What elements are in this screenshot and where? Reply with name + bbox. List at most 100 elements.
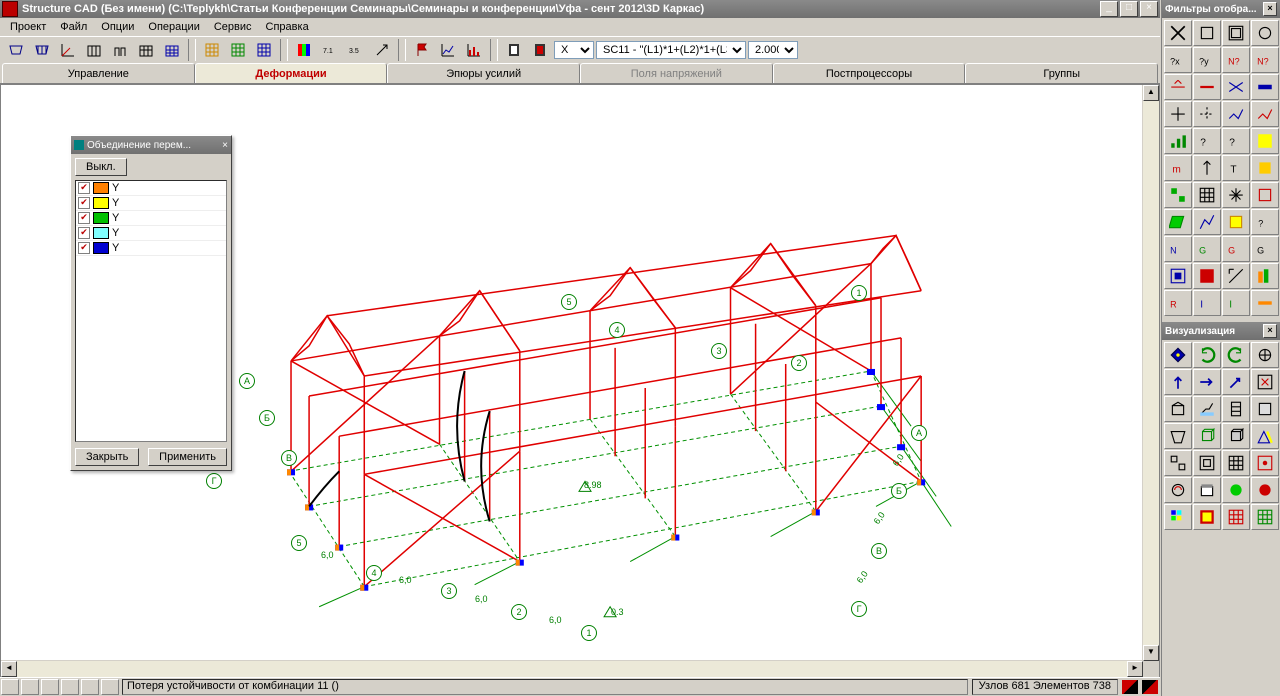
- viz-close-icon[interactable]: ×: [1263, 324, 1277, 338]
- filters-close-icon[interactable]: ×: [1263, 2, 1277, 16]
- floating-panel[interactable]: Объединение перем... × Выкл. ✔Y ✔Y ✔Y ✔Y…: [70, 135, 232, 471]
- filter-btn[interactable]: I: [1222, 290, 1250, 316]
- scroll-left-icon[interactable]: ◄: [1, 661, 17, 677]
- filter-btn[interactable]: [1193, 155, 1221, 181]
- menu-file[interactable]: Файл: [54, 20, 93, 34]
- checkbox-icon[interactable]: ✔: [78, 242, 90, 254]
- filter-btn[interactable]: G: [1222, 236, 1250, 262]
- viz-btn[interactable]: [1193, 369, 1221, 395]
- legend-row[interactable]: ✔Y: [76, 196, 226, 211]
- combo-loadcase[interactable]: SC11 - "(L1)*1+(L2)*1+(L3): [596, 41, 746, 59]
- viz-btn[interactable]: [1193, 342, 1221, 368]
- viz-btn[interactable]: [1164, 423, 1192, 449]
- filter-btn[interactable]: [1251, 74, 1279, 100]
- viz-btn[interactable]: [1164, 396, 1192, 422]
- viz-btn[interactable]: [1222, 369, 1250, 395]
- viz-btn[interactable]: [1251, 450, 1279, 476]
- filter-btn[interactable]: N?: [1251, 47, 1279, 73]
- close-button[interactable]: Закрыть: [75, 448, 139, 466]
- viz-btn[interactable]: [1164, 504, 1192, 530]
- viz-btn[interactable]: [1222, 504, 1250, 530]
- legend-row[interactable]: ✔Y: [76, 211, 226, 226]
- checkbox-icon[interactable]: ✔: [78, 212, 90, 224]
- vertical-scrollbar[interactable]: ▲ ▼: [1142, 85, 1159, 661]
- tool-deform-frame-icon[interactable]: [30, 38, 54, 62]
- filter-btn[interactable]: N?: [1222, 47, 1250, 73]
- floating-close-icon[interactable]: ×: [222, 140, 228, 151]
- filter-btn[interactable]: ?: [1222, 128, 1250, 154]
- status-flag-icon[interactable]: [1142, 680, 1158, 694]
- filter-btn[interactable]: [1164, 209, 1192, 235]
- viz-btn[interactable]: [1193, 477, 1221, 503]
- filter-btn[interactable]: [1193, 263, 1221, 289]
- viz-btn[interactable]: [1251, 423, 1279, 449]
- tool-grid3-icon[interactable]: [160, 38, 184, 62]
- checkbox-icon[interactable]: ✔: [78, 197, 90, 209]
- tool-grid2-icon[interactable]: [134, 38, 158, 62]
- filter-btn[interactable]: G: [1251, 236, 1279, 262]
- filter-btn[interactable]: ?: [1251, 209, 1279, 235]
- filter-btn[interactable]: [1222, 101, 1250, 127]
- scroll-right-icon[interactable]: ►: [1127, 661, 1143, 677]
- tool-film1-icon[interactable]: [502, 38, 526, 62]
- checkbox-icon[interactable]: ✔: [78, 182, 90, 194]
- viz-btn[interactable]: [1193, 450, 1221, 476]
- filter-btn[interactable]: [1251, 182, 1279, 208]
- menu-project[interactable]: Проект: [4, 20, 52, 34]
- tab-forces[interactable]: Эпюры усилий: [387, 63, 580, 83]
- maximize-icon[interactable]: □: [1120, 1, 1138, 17]
- combo-scale[interactable]: 2.000: [748, 41, 798, 59]
- filter-btn[interactable]: ?y: [1193, 47, 1221, 73]
- filter-btn[interactable]: [1251, 101, 1279, 127]
- close-icon[interactable]: ×: [1140, 1, 1158, 17]
- status-btn[interactable]: [101, 679, 119, 695]
- tool-chart1-icon[interactable]: [436, 38, 460, 62]
- viz-btn[interactable]: [1193, 423, 1221, 449]
- scroll-down-icon[interactable]: ▼: [1143, 645, 1159, 661]
- viz-btn[interactable]: [1222, 423, 1250, 449]
- scroll-up-icon[interactable]: ▲: [1143, 85, 1159, 101]
- filter-btn[interactable]: [1164, 263, 1192, 289]
- filter-btn[interactable]: [1193, 182, 1221, 208]
- filter-btn[interactable]: [1251, 20, 1279, 46]
- filter-btn[interactable]: [1164, 74, 1192, 100]
- filter-btn[interactable]: [1251, 155, 1279, 181]
- tool-arrow-icon[interactable]: [370, 38, 394, 62]
- status-btn[interactable]: [81, 679, 99, 695]
- viz-btn[interactable]: [1251, 396, 1279, 422]
- filter-btn[interactable]: [1251, 263, 1279, 289]
- tab-stress[interactable]: Поля напряжений: [580, 63, 773, 83]
- filter-btn[interactable]: [1164, 101, 1192, 127]
- status-btn[interactable]: [61, 679, 79, 695]
- viz-btn[interactable]: [1193, 504, 1221, 530]
- viz-btn[interactable]: [1222, 450, 1250, 476]
- menu-service[interactable]: Сервис: [208, 20, 258, 34]
- apply-button[interactable]: Применить: [148, 448, 227, 466]
- tool-num2-icon[interactable]: 3.5: [344, 38, 368, 62]
- filter-btn[interactable]: T: [1222, 155, 1250, 181]
- viz-btn[interactable]: [1193, 396, 1221, 422]
- filter-btn[interactable]: [1193, 74, 1221, 100]
- combo-axis[interactable]: X: [554, 41, 594, 59]
- tool-film2-icon[interactable]: [528, 38, 552, 62]
- filter-btn[interactable]: [1251, 290, 1279, 316]
- filter-btn[interactable]: [1222, 74, 1250, 100]
- tool-color-icon[interactable]: [292, 38, 316, 62]
- tool-frame-icon[interactable]: [108, 38, 132, 62]
- status-btn[interactable]: [1, 679, 19, 695]
- filter-btn[interactable]: [1251, 128, 1279, 154]
- filter-btn[interactable]: m: [1164, 155, 1192, 181]
- status-btn[interactable]: [41, 679, 59, 695]
- minimize-icon[interactable]: _: [1100, 1, 1118, 17]
- viz-btn[interactable]: [1251, 477, 1279, 503]
- menu-operations[interactable]: Операции: [142, 20, 205, 34]
- filter-btn[interactable]: G: [1193, 236, 1221, 262]
- viz-btn[interactable]: [1164, 342, 1192, 368]
- tool-chart2-icon[interactable]: [462, 38, 486, 62]
- filter-btn[interactable]: [1164, 128, 1192, 154]
- viz-btn[interactable]: [1164, 450, 1192, 476]
- tool-grid1-icon[interactable]: [82, 38, 106, 62]
- viz-btn[interactable]: [1164, 369, 1192, 395]
- filter-btn[interactable]: [1222, 209, 1250, 235]
- filter-btn[interactable]: [1193, 20, 1221, 46]
